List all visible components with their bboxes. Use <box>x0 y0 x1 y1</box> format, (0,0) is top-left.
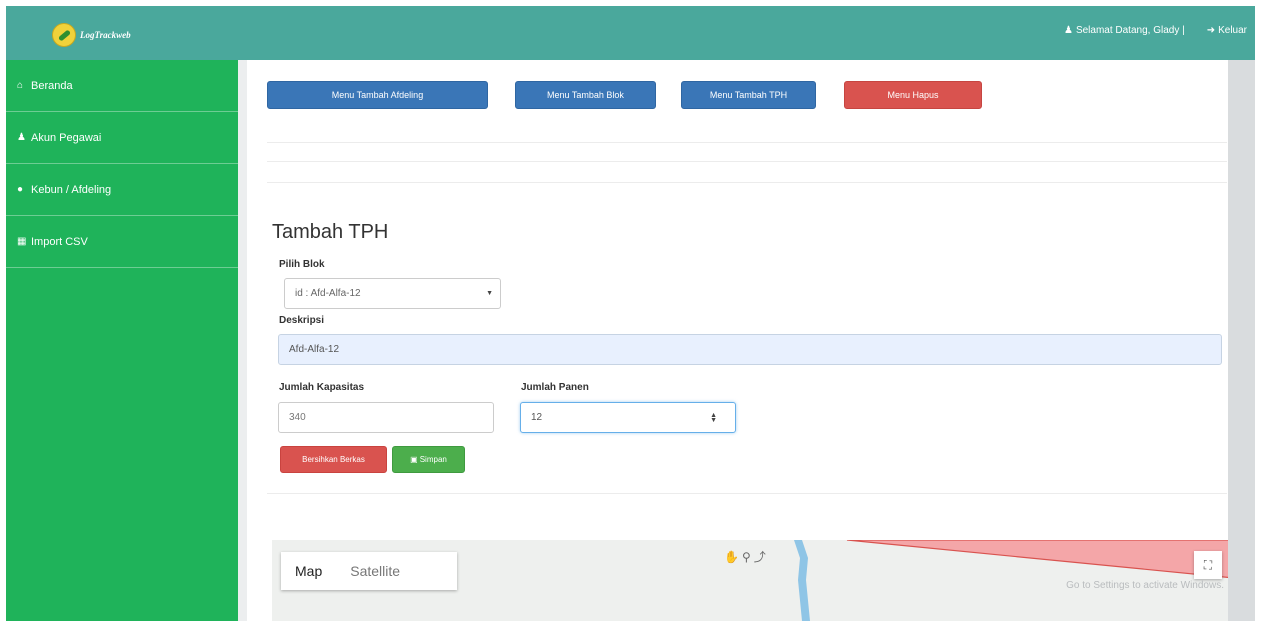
map-marker-icon: ● <box>17 184 24 195</box>
menu-tambah-tph-button[interactable]: Menu Tambah TPH <box>681 81 816 109</box>
save-icon: ▣ <box>410 455 418 464</box>
page-scrollbar[interactable] <box>1228 60 1255 621</box>
main-content: Menu Tambah Afdeling Menu Tambah Blok Me… <box>247 60 1234 621</box>
menu-tambah-afdeling-button[interactable]: Menu Tambah Afdeling <box>267 81 488 109</box>
drawing-tools: ✋⚲⤴ <box>724 548 769 565</box>
input-value: 12 <box>531 412 543 423</box>
sidebar-item-beranda[interactable]: ⌂ Beranda <box>6 60 238 112</box>
menu-hapus-button[interactable]: Menu Hapus <box>844 81 982 109</box>
number-spinner-icon[interactable]: ▲ ▼ <box>710 412 717 424</box>
sign-out-icon: ➜ <box>1206 25 1216 36</box>
user-icon: ♟ <box>17 132 26 143</box>
satellite-tab[interactable]: Satellite <box>336 563 414 579</box>
fullscreen-button[interactable]: ⛶ <box>1194 551 1222 579</box>
leaf-logo-icon <box>52 23 76 47</box>
sidebar-item-import-csv[interactable]: ▦ Import CSV <box>6 216 238 268</box>
bersihkan-berkas-button[interactable]: Bersihkan Berkas <box>280 446 387 473</box>
home-icon: ⌂ <box>17 80 24 91</box>
marker-icon[interactable]: ⚲ <box>742 550 754 564</box>
brand-name: LogTrackweb <box>80 30 131 40</box>
google-map[interactable]: Map Satellite ✋⚲⤴ ⛶ Go to Settings to ac… <box>272 540 1234 621</box>
welcome-text: Selamat Datang, Glady | <box>1075 25 1185 36</box>
windows-watermark: Go to Settings to activate Windows. <box>1066 580 1224 591</box>
app-window: LogTrackweb ♟ Selamat Datang, Glady | ➜ … <box>6 6 1255 621</box>
simpan-label: Simpan <box>419 455 447 464</box>
polyline-icon[interactable]: ⤴ <box>754 550 769 564</box>
jumlah-panen-input[interactable]: 12 ▲ ▼ <box>520 402 736 433</box>
deskripsi-label: Deskripsi <box>279 315 325 326</box>
table-icon: ▦ <box>17 236 27 247</box>
menu-tambah-blok-button[interactable]: Menu Tambah Blok <box>515 81 656 109</box>
user-menu: ♟ Selamat Datang, Glady | ➜ Keluar <box>1064 25 1247 36</box>
sidebar-item-label: Akun Pegawai <box>31 131 102 144</box>
divider <box>267 142 1227 143</box>
pilih-blok-select[interactable]: id : Afd-Alfa-12 ▼ <box>284 278 501 309</box>
sidebar-item-label: Kebun / Afdeling <box>31 183 112 196</box>
hand-icon[interactable]: ✋ <box>724 550 742 564</box>
divider <box>267 182 1227 183</box>
top-navbar: LogTrackweb ♟ Selamat Datang, Glady | ➜ … <box>6 6 1255 60</box>
sidebar: ⌂ Beranda ♟ Akun Pegawai ● Kebun / Afdel… <box>6 60 238 621</box>
map-type-control: Map Satellite <box>281 552 457 590</box>
welcome-link[interactable]: ♟ Selamat Datang, Glady | <box>1064 25 1185 36</box>
pilih-blok-label: Pilih Blok <box>279 259 325 270</box>
sidebar-item-kebun-afdeling[interactable]: ● Kebun / Afdeling <box>6 164 238 216</box>
jumlah-panen-label: Jumlah Panen <box>521 382 589 393</box>
sidebar-item-label: Beranda <box>31 79 73 92</box>
logout-link[interactable]: ➜ Keluar <box>1207 25 1247 36</box>
map-tab[interactable]: Map <box>281 563 336 579</box>
simpan-button[interactable]: ▣ Simpan <box>392 446 465 473</box>
user-icon: ♟ <box>1063 25 1073 36</box>
sidebar-item-akun-pegawai[interactable]: ♟ Akun Pegawai <box>6 112 238 164</box>
sidebar-item-label: Import CSV <box>31 235 88 248</box>
logout-text: Keluar <box>1218 25 1247 36</box>
select-value: id : Afd-Alfa-12 <box>295 288 361 299</box>
fullscreen-icon: ⛶ <box>1203 557 1213 572</box>
content-gutter <box>238 60 247 621</box>
divider <box>267 493 1227 494</box>
jumlah-kapasitas-label: Jumlah Kapasitas <box>279 382 365 393</box>
dropdown-arrow-icon: ▼ <box>486 290 493 297</box>
jumlah-kapasitas-input[interactable]: 340 <box>278 402 494 433</box>
page-title: Tambah TPH <box>272 221 389 243</box>
divider <box>267 161 1227 162</box>
brand-logo[interactable]: LogTrackweb <box>52 23 131 47</box>
deskripsi-input[interactable]: Afd-Alfa-12 <box>278 334 1222 365</box>
